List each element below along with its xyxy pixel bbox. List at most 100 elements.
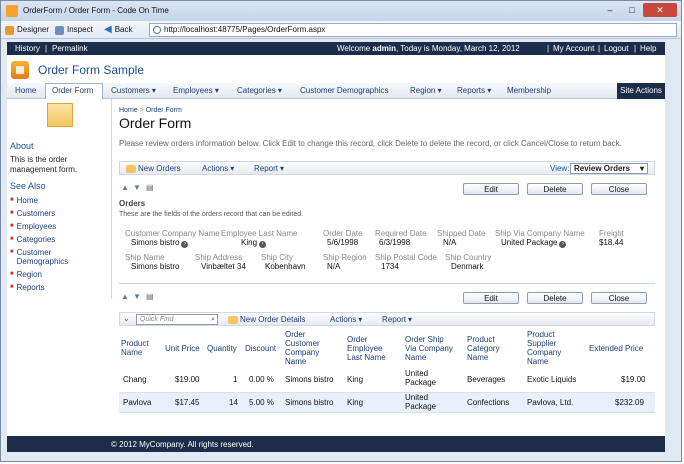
product-name-link[interactable]: Pavlova <box>123 398 151 407</box>
inspect-button[interactable]: Inspect <box>55 24 93 36</box>
menu-home[interactable]: Home <box>15 86 36 95</box>
freight-value: $18.44 <box>599 238 624 247</box>
details-actions-menu[interactable]: Actions ▾ <box>330 315 362 324</box>
ship-via-value[interactable]: United Package › <box>501 238 567 248</box>
chevron-down-icon: ▾ <box>277 86 282 95</box>
chevron-down-icon: ▾ <box>437 86 442 95</box>
details-report-menu[interactable]: Report ▾ <box>382 315 412 324</box>
chevron-down-icon: ▾ <box>280 164 285 173</box>
table-row[interactable]: Chang $19.00 1 0.00 % Simons bistro King… <box>119 367 655 389</box>
menu-region[interactable]: Region ▾ <box>410 86 442 95</box>
next-record-icon[interactable]: ▼ <box>133 292 141 301</box>
view-selector[interactable]: Review Orders ▾ <box>570 163 648 174</box>
footer: © 2012 MyCompany. All rights reserved. <box>7 436 665 452</box>
column-header[interactable]: Product Supplier Company Name <box>527 330 577 366</box>
edit-button[interactable]: Edit <box>463 183 519 195</box>
new-orders-button[interactable]: New Orders <box>126 164 181 173</box>
orders-heading: Orders <box>119 199 146 208</box>
field-label: Ship Postal Code <box>375 253 437 262</box>
bullet-icon: ■ <box>10 236 14 242</box>
column-header[interactable]: Order Ship Via Company Name <box>405 335 457 362</box>
menu-customers[interactable]: Customers ▾ <box>111 86 156 95</box>
sidebar-link-region[interactable]: ■ Region <box>10 270 42 279</box>
window-title: OrderForm / Order Form - Code On Time <box>23 6 169 15</box>
menu-categories[interactable]: Categories ▾ <box>237 86 282 95</box>
edit-button[interactable]: Edit <box>463 292 519 304</box>
sidebar-link-customer-demographics[interactable]: ■ Customer Demographics <box>10 248 100 266</box>
app-title: Order Form Sample <box>38 63 145 77</box>
column-header[interactable]: Product Category Name <box>467 335 513 362</box>
sidebar-link-employees[interactable]: ■ Employees <box>10 222 56 231</box>
print-icon[interactable]: ▤ <box>146 183 154 192</box>
customer-company-value[interactable]: Simons bistro › <box>131 238 189 248</box>
ship-postal-code-value: 1734 <box>381 262 399 271</box>
field-label: Freight <box>599 229 624 238</box>
actions-menu[interactable]: Actions ▾ <box>202 164 234 173</box>
welcome-text: Welcome admin, Today is Monday, March 12… <box>337 44 520 53</box>
sidebar-link-home[interactable]: ■ Home <box>10 196 38 205</box>
report-menu[interactable]: Report ▾ <box>254 164 284 173</box>
column-header[interactable]: Quantity <box>207 344 237 353</box>
inspect-icon <box>55 25 64 35</box>
main-menu: Home Order Form Customers ▾ Employees ▾ … <box>7 83 665 111</box>
history-link[interactable]: History <box>15 44 40 53</box>
column-header[interactable]: Extended Price <box>589 344 643 353</box>
column-header[interactable]: Unit Price <box>165 344 200 353</box>
back-button[interactable]: ◀ Back <box>104 24 133 36</box>
next-record-icon[interactable]: ▼ <box>133 183 141 192</box>
bullet-icon: ■ <box>10 284 14 290</box>
address-bar[interactable]: http://localhost:48775/Pages/OrderForm.a… <box>149 23 677 37</box>
quick-find-input[interactable]: Quick Find ⌕ <box>136 314 218 325</box>
field-label: Ship Country <box>445 253 492 262</box>
field-label: Ship Via Company Name <box>495 229 585 238</box>
column-header[interactable]: Discount <box>245 344 276 353</box>
delete-button[interactable]: Delete <box>527 183 583 195</box>
menu-order-form[interactable]: Order Form <box>52 86 93 95</box>
lookup-arrow-icon: › <box>559 241 567 248</box>
page-content: About This is the order management form.… <box>7 99 665 436</box>
required-date-value: 6/3/1998 <box>379 238 411 247</box>
chevron-down-icon: ▾ <box>408 315 413 324</box>
my-account-link[interactable]: My Account <box>553 44 594 53</box>
column-header[interactable]: Order Customer Company Name <box>285 330 335 366</box>
new-record-icon <box>126 164 136 173</box>
help-link[interactable]: Help <box>640 44 656 53</box>
table-row[interactable]: Pavlova $17.45 14 5.00 % Simons bistro K… <box>119 392 655 413</box>
maximize-button[interactable]: □ <box>621 3 643 17</box>
previous-record-icon[interactable]: ▲ <box>121 183 129 192</box>
close-window-button[interactable]: ✕ <box>643 3 677 17</box>
employee-last-name-value[interactable]: King › <box>241 238 267 248</box>
menu-membership[interactable]: Membership <box>507 86 551 95</box>
breadcrumb-current[interactable]: Order Form <box>146 107 182 114</box>
menu-customer-demographics[interactable]: Customer Demographics <box>300 86 388 95</box>
previous-record-icon[interactable]: ▲ <box>121 292 129 301</box>
breadcrumb-home[interactable]: Home <box>119 107 138 114</box>
menu-reports[interactable]: Reports ▾ <box>457 86 491 95</box>
close-button[interactable]: Close <box>591 183 647 195</box>
ship-city-value: Kobenhavn <box>265 262 306 271</box>
delete-button[interactable]: Delete <box>527 292 583 304</box>
ship-region-value: N/A <box>327 262 341 271</box>
print-icon[interactable]: ▤ <box>146 292 154 301</box>
sidebar-link-reports[interactable]: ■ Reports <box>10 283 45 292</box>
product-name-link[interactable]: Chang <box>123 375 147 384</box>
sidebar-link-categories[interactable]: ■ Categories <box>10 235 55 244</box>
see-also-heading: See Also <box>10 181 46 191</box>
new-order-details-button[interactable]: New Order Details <box>228 315 305 324</box>
designer-button[interactable]: Designer <box>5 24 49 36</box>
menu-employees[interactable]: Employees ▾ <box>173 86 219 95</box>
search-icon[interactable]: ⌕ <box>211 315 215 325</box>
site-actions-button[interactable]: Site Actions ▾ <box>617 83 665 111</box>
order-date-value: 5/6/1998 <box>327 238 359 247</box>
column-header[interactable]: Order Employee Last Name <box>347 335 397 362</box>
logout-link[interactable]: Logout <box>604 44 628 53</box>
field-label: Required Date <box>375 229 427 238</box>
chevron-down-icon[interactable]: ⌄ <box>123 314 130 323</box>
minimize-button[interactable]: – <box>599 3 621 17</box>
permalink-link[interactable]: Permalink <box>52 44 88 53</box>
column-header[interactable]: Product Name <box>121 339 161 357</box>
sidebar-link-customers[interactable]: ■ Customers <box>10 209 55 218</box>
bullet-icon: ■ <box>10 271 14 277</box>
close-button[interactable]: Close <box>591 292 647 304</box>
lookup-arrow-icon: › <box>181 241 189 248</box>
